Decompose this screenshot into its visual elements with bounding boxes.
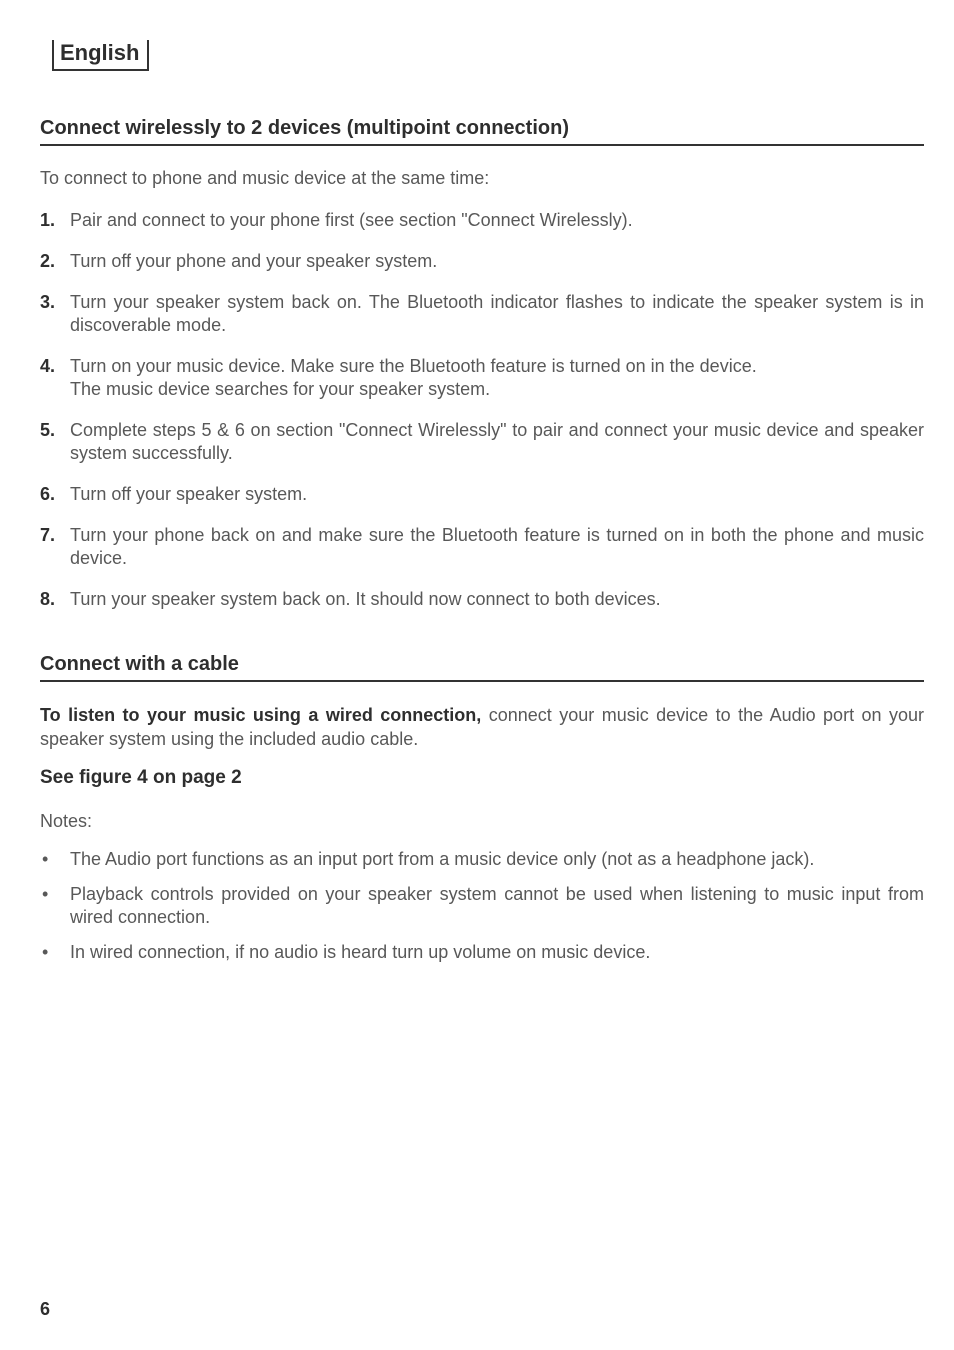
step-item-line: Turn on your music device. Make sure the… bbox=[70, 355, 924, 378]
notes-list: The Audio port functions as an input por… bbox=[40, 848, 924, 964]
step-item: Complete steps 5 & 6 on section "Connect… bbox=[40, 419, 924, 465]
step-item: Turn your speaker system back on. The Bl… bbox=[40, 291, 924, 337]
note-item: Playback controls provided on your speak… bbox=[40, 883, 924, 929]
section2-lead: To listen to your music using a wired co… bbox=[40, 705, 481, 725]
step-item: Turn off your phone and your speaker sys… bbox=[40, 250, 924, 273]
note-item: In wired connection, if no audio is hear… bbox=[40, 941, 924, 964]
section2-paragraph: To listen to your music using a wired co… bbox=[40, 704, 924, 751]
step-item: Turn your speaker system back on. It sho… bbox=[40, 588, 924, 611]
section-heading-multipoint: Connect wirelessly to 2 devices (multipo… bbox=[40, 117, 924, 146]
section1-intro: To connect to phone and music device at … bbox=[40, 168, 924, 189]
notes-label: Notes: bbox=[40, 811, 924, 832]
section-heading-cable: Connect with a cable bbox=[40, 653, 924, 682]
section1-steps: Pair and connect to your phone first (se… bbox=[40, 209, 924, 611]
language-tab-container: English bbox=[40, 40, 924, 71]
see-figure-heading: See figure 4 on page 2 bbox=[40, 767, 924, 789]
step-item: Turn on your music device. Make sure the… bbox=[40, 355, 924, 401]
step-item-line: The music device searches for your speak… bbox=[70, 378, 924, 401]
language-tab: English bbox=[52, 40, 149, 71]
step-item: Turn your phone back on and make sure th… bbox=[40, 524, 924, 570]
step-item: Turn off your speaker system. bbox=[40, 483, 924, 506]
step-item: Pair and connect to your phone first (se… bbox=[40, 209, 924, 232]
page-number: 6 bbox=[40, 1299, 50, 1320]
note-item: The Audio port functions as an input por… bbox=[40, 848, 924, 871]
